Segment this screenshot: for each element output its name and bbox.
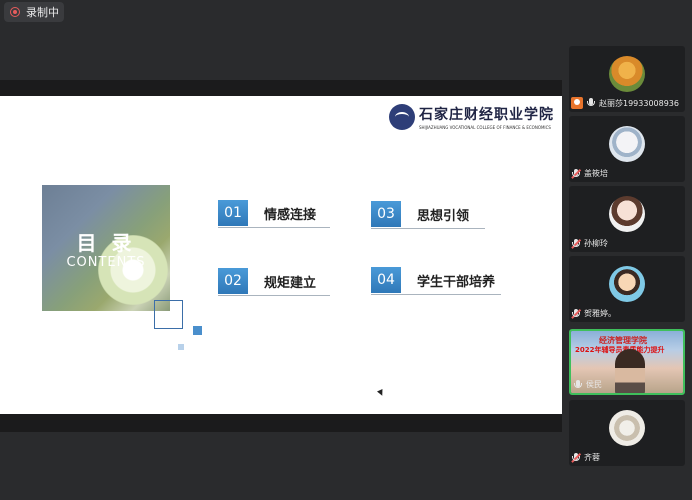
toc-item-03: 03 思想引领 bbox=[371, 201, 485, 229]
decorative-square-blue bbox=[193, 326, 202, 335]
participant-tile[interactable]: 孙柳玲 bbox=[569, 186, 685, 252]
mic-icon bbox=[586, 98, 596, 108]
participant-tile-active-video[interactable]: 经济管理学院 2022年辅导员素质能力提升 侯民 bbox=[569, 329, 685, 395]
avatar bbox=[609, 126, 645, 162]
screen-share-top-letterbox bbox=[0, 80, 562, 96]
avatar bbox=[609, 196, 645, 232]
toc-item-02: 02 规矩建立 bbox=[218, 268, 330, 296]
avatar bbox=[609, 266, 645, 302]
avatar bbox=[609, 410, 645, 446]
record-icon bbox=[10, 7, 20, 17]
decorative-square-outline bbox=[154, 300, 183, 329]
screen-share-bottom-letterbox bbox=[0, 414, 562, 432]
participant-name: 贺雅婷。 bbox=[584, 309, 616, 318]
toc-subtitle: CONTENTS bbox=[66, 255, 146, 270]
mouse-cursor-icon bbox=[377, 389, 385, 397]
participant-tile[interactable]: 贺雅婷。 bbox=[569, 256, 685, 322]
mic-icon bbox=[573, 379, 583, 390]
participant-tile[interactable]: 赵丽莎19933008936 bbox=[569, 46, 685, 112]
toc-item-label: 思想引领 bbox=[417, 208, 470, 224]
shared-slide: 石家庄财经职业学院 SHIJIAZHUANG VOCATIONAL COLLEG… bbox=[0, 96, 562, 414]
toc-item-label: 规矩建立 bbox=[264, 275, 317, 291]
school-name-en: SHIJIAZHUANG VOCATIONAL COLLEGE OF FINAN… bbox=[419, 125, 551, 130]
toc-item-number: 03 bbox=[371, 201, 401, 227]
toc-item-label: 学生干部培养 bbox=[417, 274, 496, 290]
toc-title: 目 录 bbox=[76, 231, 136, 255]
toc-item-label: 情感连接 bbox=[264, 207, 317, 223]
mic-muted-icon bbox=[571, 238, 581, 249]
participant-name: 侯民 bbox=[586, 380, 602, 389]
toc-item-underline bbox=[218, 295, 330, 296]
toc-item-underline bbox=[371, 228, 485, 229]
toc-item-01: 01 情感连接 bbox=[218, 200, 330, 228]
toc-item-number: 02 bbox=[218, 268, 248, 294]
school-name-cn: 石家庄财经职业学院 bbox=[419, 107, 554, 123]
recording-label: 录制中 bbox=[26, 6, 59, 19]
participant-tile[interactable]: 盖筱培 bbox=[569, 116, 685, 182]
toc-item-04: 04 学生干部培养 bbox=[371, 267, 501, 295]
decorative-square-light bbox=[178, 344, 184, 350]
avatar bbox=[609, 56, 645, 92]
participant-person bbox=[615, 349, 645, 393]
participant-name: 盖筱培 bbox=[584, 169, 608, 178]
participant-name: 赵丽莎19933008936 bbox=[599, 98, 679, 108]
participant-tile[interactable]: 齐蓉 bbox=[569, 400, 685, 466]
mic-muted-icon bbox=[571, 308, 581, 319]
host-icon bbox=[571, 97, 583, 109]
toc-cover-image: 目 录 CONTENTS bbox=[42, 185, 170, 311]
participant-name: 孙柳玲 bbox=[584, 239, 608, 248]
mic-muted-icon bbox=[571, 452, 581, 463]
school-logo: 石家庄财经职业学院 SHIJIAZHUANG VOCATIONAL COLLEG… bbox=[389, 104, 554, 130]
toc-item-number: 04 bbox=[371, 267, 401, 293]
toc-item-underline bbox=[218, 227, 330, 228]
toc-item-number: 01 bbox=[218, 200, 248, 226]
recording-indicator[interactable]: 录制中 bbox=[4, 2, 64, 22]
participant-name: 齐蓉 bbox=[584, 453, 600, 462]
toc-item-underline bbox=[371, 294, 501, 295]
mic-muted-icon bbox=[571, 168, 581, 179]
school-emblem-icon bbox=[389, 104, 415, 130]
